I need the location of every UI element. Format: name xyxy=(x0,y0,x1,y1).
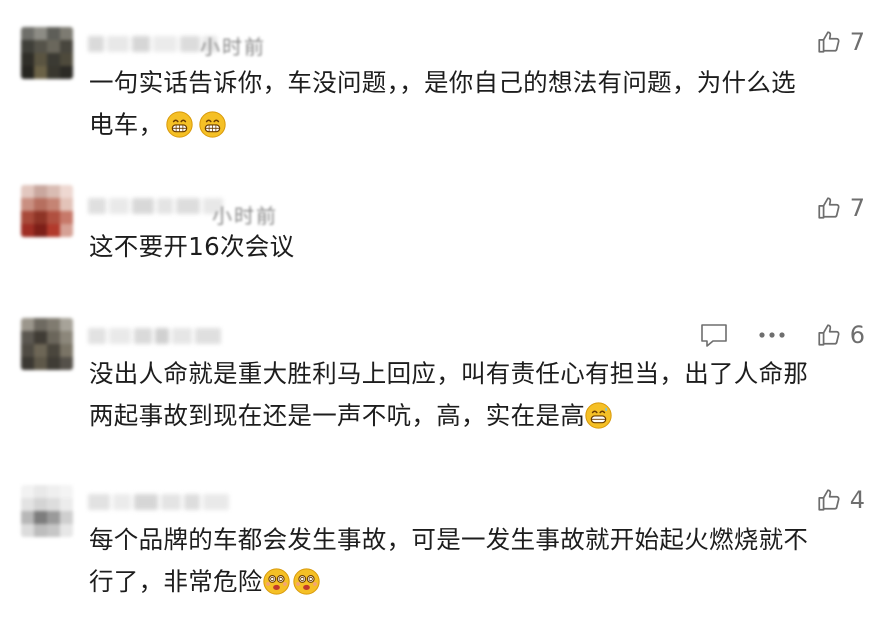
comment-item: 6 没出人命就是重大胜利马上回应，叫有责任心有担当，出了人命那 两起事故到现在还… xyxy=(0,295,877,463)
comment-icon xyxy=(700,322,728,348)
more-button[interactable] xyxy=(758,331,786,339)
comment-text-line-wrap: 行了，非常危险 xyxy=(89,561,859,603)
grin-icon xyxy=(199,109,227,138)
comment-text-line: 行了，非常危险 xyxy=(89,567,263,596)
comment-text-line: 两起事故到现在还是一声不吭，高，实在是高 xyxy=(89,401,585,430)
username[interactable] xyxy=(88,491,232,513)
username[interactable] xyxy=(88,195,226,217)
like-button[interactable]: 6 xyxy=(816,321,865,349)
comment-text: 这不要开16次会议 xyxy=(89,226,859,268)
comment-text-line-wrap: 电车， xyxy=(89,104,859,146)
like-count: 4 xyxy=(849,486,865,514)
comment-text: 每个品牌的车都会发生事故，可是一发生事故就开始起火燃烧就不 行了，非常危险 xyxy=(89,519,859,603)
reply-button[interactable] xyxy=(700,322,728,348)
timestamp: 小时前 xyxy=(212,204,278,228)
like-button[interactable]: 4 xyxy=(816,486,865,514)
avatar[interactable] xyxy=(21,185,73,237)
like-button[interactable]: 7 xyxy=(816,28,865,56)
more-icon xyxy=(758,331,786,339)
comment-text-line: 每个品牌的车都会发生事故，可是一发生事故就开始起火燃烧就不 xyxy=(89,525,809,554)
comment-text-line: 电车， xyxy=(89,110,164,139)
dizzy-face-icon xyxy=(262,566,290,595)
comment-text-line: 这不要开16次会议 xyxy=(89,232,295,261)
dizzy-face-icon xyxy=(292,566,320,595)
comment-item: 小时前 7 这不要开16次会议 xyxy=(0,165,877,295)
comment-text-line: 一句实话告诉你，车没问题，，是你自己的想法有问题，为什么选 xyxy=(89,68,796,97)
comment-text-line: 没出人命就是重大胜利马上回应，叫有责任心有担当，出了人命那 xyxy=(89,359,809,388)
comment-text: 一句实话告诉你，车没问题，，是你自己的想法有问题，为什么选 电车， xyxy=(89,62,859,146)
thumbs-up-icon xyxy=(816,195,842,221)
comment-actions: 6 xyxy=(670,319,865,351)
comment-text-line-wrap: 两起事故到现在还是一声不吭，高，实在是高 xyxy=(89,395,859,437)
username[interactable] xyxy=(88,325,224,347)
like-count: 7 xyxy=(849,28,865,56)
thumbs-up-icon xyxy=(816,487,842,513)
comment-actions: 7 xyxy=(786,26,865,58)
comment-actions: 7 xyxy=(786,192,865,224)
grin-icon xyxy=(166,109,194,138)
comment-item: 小时前 7 一句实话告诉你，车没问题，，是你自己的想法有问题，为什么选 电车， xyxy=(0,0,877,165)
thumbs-up-icon xyxy=(816,29,842,55)
avatar[interactable] xyxy=(21,318,73,370)
avatar[interactable] xyxy=(21,27,73,79)
grin-sweat-icon xyxy=(585,400,612,429)
comment-item: 4 每个品牌的车都会发生事故，可是一发生事故就开始起火燃烧就不 行了，非常危险 xyxy=(0,463,877,620)
comment-actions: 4 xyxy=(786,484,865,516)
thumbs-up-icon xyxy=(816,322,842,348)
like-count: 6 xyxy=(849,321,865,349)
avatar[interactable] xyxy=(21,485,73,537)
timestamp: 小时前 xyxy=(200,35,266,59)
like-count: 7 xyxy=(849,194,865,222)
comment-text: 没出人命就是重大胜利马上回应，叫有责任心有担当，出了人命那 两起事故到现在还是一… xyxy=(89,353,859,437)
like-button[interactable]: 7 xyxy=(816,194,865,222)
